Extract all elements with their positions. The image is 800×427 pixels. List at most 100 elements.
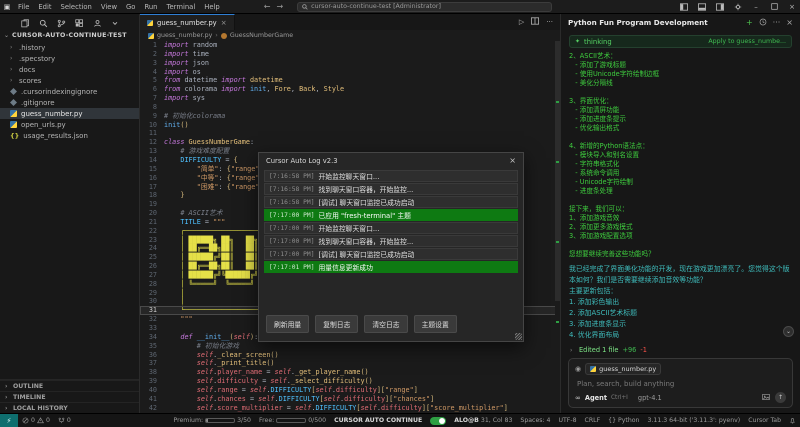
context-file-chip[interactable]: guess_number.py: [585, 363, 661, 375]
chat-input-placeholder[interactable]: Plan, search, build anything: [577, 380, 786, 388]
apply-link[interactable]: Apply to guess_numbe...: [708, 38, 786, 45]
menu-item-file[interactable]: File: [14, 3, 33, 11]
tree-item--gitignore[interactable]: .gitignore: [0, 97, 139, 108]
menu-item-terminal[interactable]: Terminal: [163, 3, 200, 11]
split-editor-icon[interactable]: [531, 17, 539, 27]
code-line[interactable]: 5from datetime import datetime: [140, 76, 560, 85]
code-line[interactable]: 9# 初始化colorama: [140, 112, 560, 121]
tree-item--cursorindexingignore[interactable]: .cursorindexingignore: [0, 86, 139, 97]
send-button[interactable]: ↑: [775, 392, 786, 403]
customize-layout-icon[interactable]: [730, 0, 746, 13]
code-line[interactable]: 8: [140, 103, 560, 112]
breadcrumb[interactable]: guess_number.py › GuessNumberGame: [140, 30, 560, 41]
maximize-icon[interactable]: [766, 0, 782, 13]
chat-input-box[interactable]: ◉ guess_number.py Plan, search, build an…: [568, 358, 793, 408]
command-center-search[interactable]: cursor-auto-continue-test [Administrator…: [297, 2, 552, 12]
close-panel-icon[interactable]: ×: [786, 18, 793, 27]
encoding-indicator[interactable]: UTF-8: [554, 414, 580, 427]
more-actions-icon[interactable]: ···: [546, 18, 553, 26]
menu-item-view[interactable]: View: [97, 3, 121, 11]
tree-item-scores[interactable]: ›scores: [0, 75, 139, 86]
overview-ruler[interactable]: [555, 41, 560, 413]
tree-item-guess_number-py[interactable]: guess_number.py: [0, 108, 139, 119]
auto-continue-toggle[interactable]: [426, 414, 450, 427]
section-local-history[interactable]: ›LOCAL HISTORY: [0, 402, 139, 413]
files-icon[interactable]: [21, 19, 30, 28]
tab-close-icon[interactable]: ×: [221, 19, 227, 27]
tree-item--specstory[interactable]: ›.specstory: [0, 53, 139, 64]
chat-messages[interactable]: ✦ thinking Apply to guess_numbe... 2、ASC…: [561, 31, 800, 341]
layout-sidebar-right-icon[interactable]: [712, 0, 728, 13]
code-line[interactable]: 7import sys: [140, 94, 560, 103]
code-line[interactable]: 39 self.difficulty = self._select_diffic…: [140, 377, 560, 386]
log-entry[interactable]: [7:16:58 PM]开始监控聊天窗口...: [264, 170, 518, 182]
layout-sidebar-left-icon[interactable]: [676, 0, 692, 13]
eye-icon[interactable]: ◉: [575, 365, 581, 373]
model-selector[interactable]: gpt-4.1: [638, 394, 662, 402]
status-badge[interactable]: ALO@B 31, Col 83: [450, 414, 516, 427]
tree-item--history[interactable]: ›.history: [0, 42, 139, 53]
log-entry[interactable]: [7:17:00 PM][调试] 聊天窗口监控已成功启动: [264, 248, 518, 260]
source-control-icon[interactable]: [57, 19, 66, 28]
attach-image-icon[interactable]: [762, 393, 770, 403]
resize-handle[interactable]: [515, 333, 522, 340]
tree-item-docs[interactable]: ›docs: [0, 64, 139, 75]
layout-panel-icon[interactable]: [694, 0, 710, 13]
more-options-icon[interactable]: ···: [773, 18, 781, 27]
cursor-tab-indicator[interactable]: Cursor Tab: [744, 414, 785, 427]
log-entry[interactable]: [7:16:58 PM][调试] 聊天窗口监控已成功启动: [264, 196, 518, 208]
code-line[interactable]: 38 self.player_name = self._get_player_n…: [140, 368, 560, 377]
free-usage[interactable]: Free: 0/500: [255, 414, 330, 427]
refresh-usage-button[interactable]: 刷新用量: [266, 315, 309, 333]
code-line[interactable]: 11: [140, 129, 560, 138]
account-icon[interactable]: [93, 19, 102, 28]
close-window-icon[interactable]: ×: [784, 0, 800, 13]
code-line[interactable]: 35 # 初始化游戏: [140, 342, 560, 351]
nav-back-icon[interactable]: ←: [264, 2, 271, 11]
code-line[interactable]: 6from colorama import init, Fore, Back, …: [140, 85, 560, 94]
section-outline[interactable]: ›OUTLINE: [0, 380, 139, 391]
tab-guess-number[interactable]: guess_number.py ×: [140, 14, 235, 30]
dialog-title-bar[interactable]: Cursor Auto Log v2.3 ×: [259, 153, 523, 168]
problems-indicator[interactable]: 0 0: [18, 414, 54, 427]
menu-item-help[interactable]: Help: [200, 3, 224, 11]
language-mode[interactable]: {} Python: [604, 414, 643, 427]
chevron-down-icon[interactable]: [111, 19, 119, 27]
remote-indicator[interactable]: ⚡: [0, 414, 18, 427]
tree-item-usage_results-json[interactable]: {}usage_results.json: [0, 130, 139, 141]
code-line[interactable]: 36 self._clear_screen(): [140, 351, 560, 360]
copy-log-button[interactable]: 复制日志: [315, 315, 358, 333]
code-line[interactable]: 37 self._print_title(): [140, 359, 560, 368]
nav-forward-icon[interactable]: →: [276, 2, 283, 11]
auto-continue-label[interactable]: CURSOR AUTO CONTINUE: [330, 414, 426, 427]
eol-indicator[interactable]: CRLF: [581, 414, 605, 427]
search-icon[interactable]: [39, 19, 48, 28]
code-line[interactable]: 2import time: [140, 50, 560, 59]
new-chat-icon[interactable]: +: [746, 18, 753, 27]
extensions-icon[interactable]: [75, 19, 84, 28]
menu-item-go[interactable]: Go: [122, 3, 139, 11]
python-interpreter[interactable]: 3.11.3 64-bit ('3.11.3': pyenv): [643, 414, 744, 427]
log-entry[interactable]: [7:17:00 PM]找到聊天窗口容器，开始监控...: [264, 235, 518, 247]
minimize-icon[interactable]: –: [748, 0, 764, 13]
scrollbar-thumb[interactable]: [555, 41, 560, 301]
code-line[interactable]: 12class GuessNumberGame:: [140, 138, 560, 147]
code-line[interactable]: 4import os: [140, 68, 560, 77]
code-line[interactable]: 3import json: [140, 59, 560, 68]
ports-indicator[interactable]: 0: [54, 414, 75, 427]
premium-usage[interactable]: Premium: 3/50: [169, 414, 255, 427]
history-icon[interactable]: [759, 18, 767, 28]
menu-item-edit[interactable]: Edit: [34, 3, 55, 11]
agent-mode-selector[interactable]: Agent: [585, 394, 607, 402]
dialog-close-icon[interactable]: ×: [509, 156, 516, 165]
code-line[interactable]: 1import random: [140, 41, 560, 50]
section-timeline[interactable]: ›TIMELINE: [0, 391, 139, 402]
code-line[interactable]: 41 self.chances = self.DIFFICULTY[self.d…: [140, 395, 560, 404]
code-line[interactable]: 40 self.range = self.DIFFICULTY[self.dif…: [140, 386, 560, 395]
log-entry[interactable]: [7:16:58 PM]找到聊天窗口容器，开始监控...: [264, 183, 518, 195]
log-entry[interactable]: [7:17:00 PM]已应用 "fresh-terminal" 主题: [264, 209, 518, 221]
scroll-to-bottom-button[interactable]: ⌄: [783, 326, 794, 337]
cursor-auto-log-dialog[interactable]: Cursor Auto Log v2.3 × [7:16:58 PM]开始监控聊…: [258, 152, 524, 342]
run-button[interactable]: ▷: [519, 18, 524, 26]
breadcrumb-symbol[interactable]: GuessNumberGame: [230, 32, 293, 39]
